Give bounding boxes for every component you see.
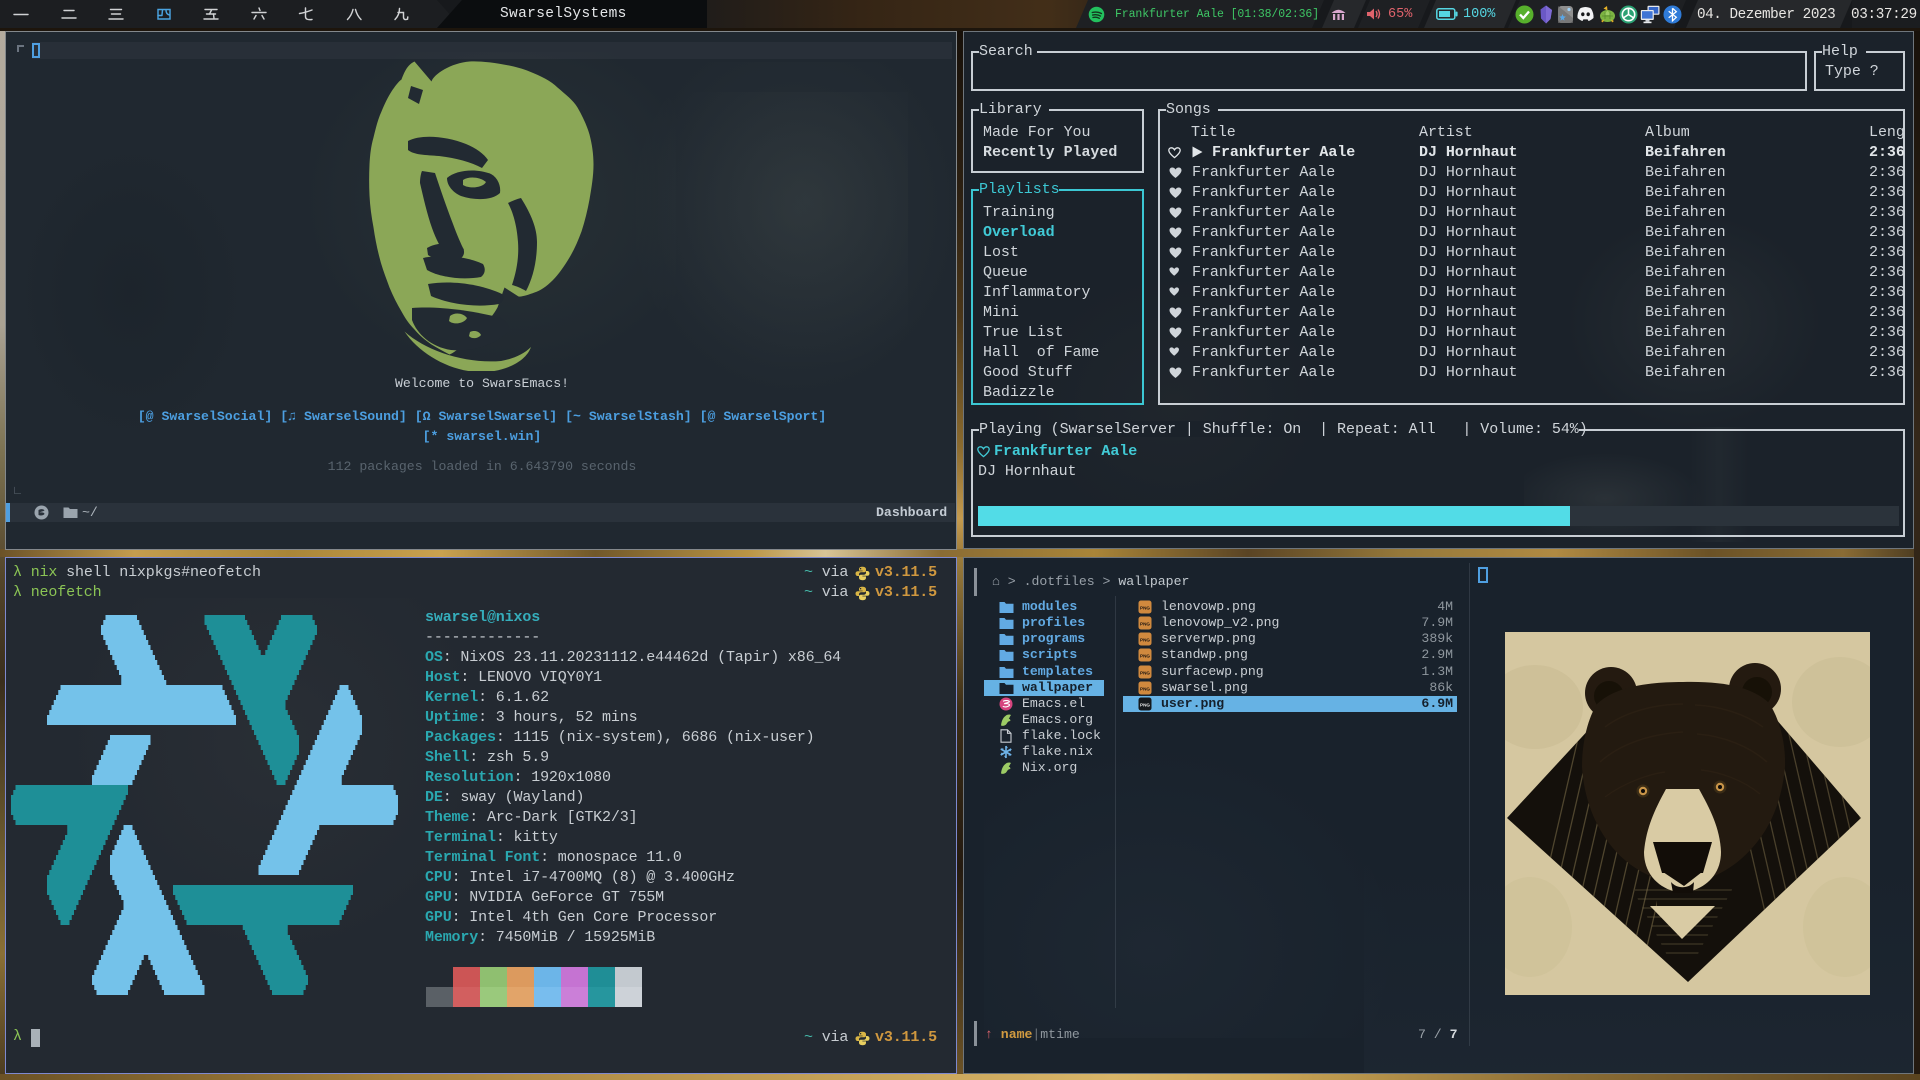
svg-text:PNG: PNG — [1140, 702, 1150, 707]
svg-text:PNG: PNG — [1140, 622, 1150, 627]
svg-text:PNG: PNG — [1140, 606, 1150, 611]
svg-text:PNG: PNG — [1140, 654, 1150, 659]
svg-text:PNG: PNG — [1140, 670, 1150, 675]
svg-text:PNG: PNG — [1140, 638, 1150, 643]
svg-text:PNG: PNG — [1140, 686, 1150, 691]
